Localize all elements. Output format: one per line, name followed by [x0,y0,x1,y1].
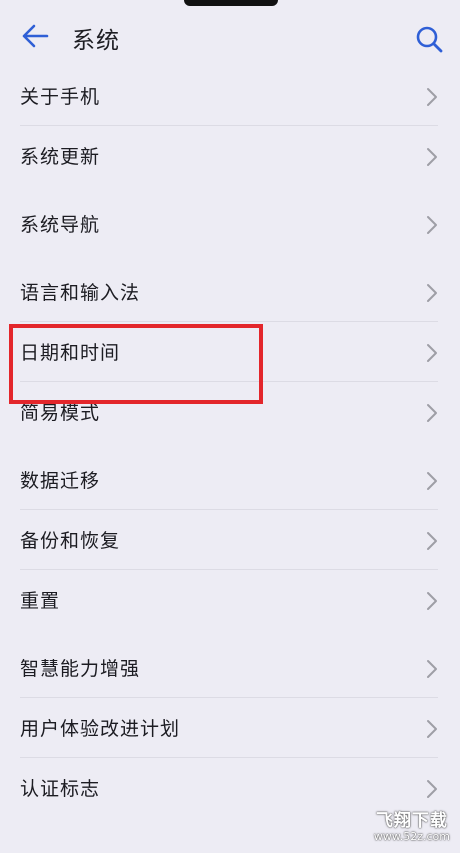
watermark-logo-text: 飞翔下载 [375,811,448,831]
menu-item-language-input[interactable]: 语言和输入法 [0,262,460,322]
chevron-right-icon [427,592,437,610]
chevron-right-icon [427,284,437,302]
watermark: 飞翔下载 www.52z.com [374,806,450,843]
group-gap [0,254,460,262]
menu-item-smart-ability[interactable]: 智慧能力增强 [0,638,460,698]
chevron-right-icon [427,404,437,422]
group-gap [0,186,460,194]
chevron-right-icon [427,148,437,166]
menu-item-label: 重置 [20,590,61,612]
highlight-annotation [9,324,263,404]
menu-item-label: 关于手机 [20,86,101,108]
app-header: 系统 [0,0,460,66]
chevron-right-icon [427,216,437,234]
menu-item-data-migration[interactable]: 数据迁移 [0,450,460,510]
group-gap [0,442,460,450]
menu-item-backup-restore[interactable]: 备份和恢复 [0,510,460,570]
menu-item-label: 系统导航 [20,214,101,236]
menu-item-label: 用户体验改进计划 [20,718,181,740]
menu-item-system-navigation[interactable]: 系统导航 [0,194,460,254]
menu-item-user-experience[interactable]: 用户体验改进计划 [0,698,460,758]
watermark-url: www.52z.com [373,830,450,843]
chevron-right-icon [427,780,437,798]
group-gap [0,630,460,638]
chevron-right-icon [427,472,437,490]
chevron-right-icon [427,88,437,106]
menu-item-label: 备份和恢复 [20,530,121,552]
chevron-right-icon [427,344,437,362]
chevron-right-icon [427,660,437,678]
system-settings-screen: 系统 关于手机 系统更新 系统导航 语言和输入法 日期和时间 简易模式 数据迁移… [0,0,460,853]
menu-item-label: 认证标志 [20,778,101,800]
menu-item-label: 语言和输入法 [20,282,141,304]
menu-item-label: 系统更新 [20,146,101,168]
menu-item-about-phone[interactable]: 关于手机 [0,66,460,126]
menu-item-label: 智慧能力增强 [20,658,141,680]
settings-menu: 关于手机 系统更新 系统导航 语言和输入法 日期和时间 简易模式 数据迁移 备份… [0,66,460,818]
menu-item-system-update[interactable]: 系统更新 [0,126,460,186]
page-title: 系统 [72,28,120,54]
menu-item-reset[interactable]: 重置 [0,570,460,630]
chevron-right-icon [427,720,437,738]
chevron-right-icon [427,532,437,550]
menu-item-label: 数据迁移 [20,470,101,492]
search-icon[interactable] [414,24,444,54]
arrow-left-icon[interactable] [20,22,50,50]
